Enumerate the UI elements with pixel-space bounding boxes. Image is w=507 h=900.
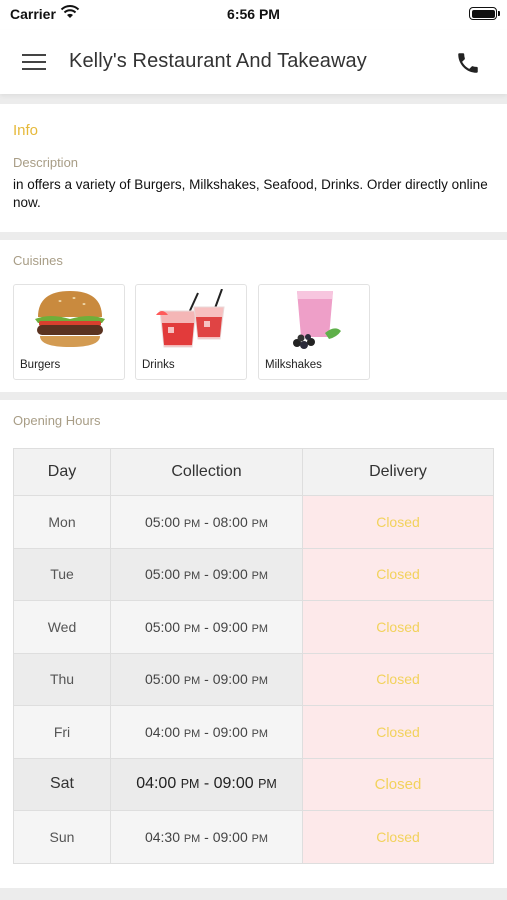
ampm-label: PM <box>180 777 200 792</box>
collection-to: 09:00 <box>212 566 248 583</box>
cuisine-label-drinks: Drinks <box>142 359 175 371</box>
phone-icon[interactable] <box>455 50 481 76</box>
ampm-label: PM <box>183 517 201 530</box>
collection-to: 08:00 <box>212 513 248 530</box>
day-cell: Fri <box>13 705 111 759</box>
collection-from: 04:00 <box>136 775 177 793</box>
collection-to: 09:00 <box>212 723 248 740</box>
column-header-delivery: Delivery <box>302 448 494 496</box>
collection-from: 05:00 <box>144 513 181 530</box>
delivery-status-cell: Closed <box>302 547 494 601</box>
collection-from: 05:00 <box>144 618 181 635</box>
ampm-label: PM <box>251 832 269 845</box>
collection-to: 09:00 <box>212 671 248 688</box>
collection-from: 04:30 <box>144 828 181 845</box>
day-cell: Sat <box>13 757 111 811</box>
status-bar: Carrier 6:56 PM <box>0 0 507 30</box>
day-cell: Mon <box>13 495 111 549</box>
ampm-label: PM <box>183 727 201 740</box>
drinks-icon <box>156 289 225 348</box>
collection-hours-cell: 04:30 PM - 09:00 PM <box>110 810 303 864</box>
range-separator: - <box>199 775 214 793</box>
collection-from: 04:00 <box>144 723 181 740</box>
day-cell: Thu <box>13 652 111 706</box>
range-separator: - <box>200 723 213 740</box>
collection-hours-cell: 05:00 PM - 09:00 PM <box>110 652 303 706</box>
cuisine-label-burgers: Burgers <box>20 359 61 371</box>
collection-to: 09:00 <box>212 828 248 845</box>
page-title: Kelly's Restaurant And Takeaway <box>69 50 367 72</box>
hamburger-menu-icon[interactable] <box>22 52 48 72</box>
delivery-status-cell: Closed <box>302 652 494 706</box>
collection-hours-cell: 05:00 PM - 08:00 PM <box>110 495 303 549</box>
battery-icon <box>469 7 500 20</box>
burger-icon <box>35 291 105 347</box>
cuisines-heading: Cuisines <box>13 253 63 268</box>
delivery-status-cell: Closed <box>302 600 494 654</box>
ampm-label: PM <box>258 777 277 792</box>
ampm-label: PM <box>183 832 201 845</box>
milkshake-icon <box>293 291 341 349</box>
table-row: Thu 05:00 PM - 09:00 PM Closed <box>13 652 494 706</box>
table-row: Wed 05:00 PM - 09:00 PM Closed <box>13 600 494 654</box>
info-section: Info Description in offers a variety of … <box>0 104 507 232</box>
range-separator: - <box>200 566 213 583</box>
table-header-row: Day Collection Delivery <box>13 448 494 496</box>
opening-hours-heading: Opening Hours <box>13 413 101 428</box>
collection-from: 05:00 <box>144 566 181 583</box>
cuisine-tile-milkshakes[interactable]: Milkshakes <box>258 284 370 380</box>
opening-hours-table: Day Collection Delivery Mon 05:00 PM - 08… <box>13 448 494 864</box>
nav-bar: Kelly's Restaurant And Takeaway <box>0 30 507 94</box>
day-cell: Sun <box>13 810 111 864</box>
ampm-label: PM <box>183 570 201 583</box>
delivery-status-cell: Closed <box>302 810 494 864</box>
range-separator: - <box>200 618 213 635</box>
collection-hours-cell: 05:00 PM - 09:00 PM <box>110 600 303 654</box>
delivery-status-cell: Closed <box>302 757 494 811</box>
cuisine-tile-burgers[interactable]: Burgers <box>13 284 125 380</box>
opening-hours-section: Opening Hours Day Collection Delivery Mo… <box>0 400 507 888</box>
ampm-label: PM <box>183 675 201 688</box>
table-row: Tue 05:00 PM - 09:00 PM Closed <box>13 547 494 601</box>
table-row: Sat 04:00 PM - 09:00 PM Closed <box>13 757 494 811</box>
table-row: Fri 04:00 PM - 09:00 PM Closed <box>13 705 494 759</box>
description-text: in offers a variety of Burgers, Milkshak… <box>13 177 488 210</box>
column-header-day: Day <box>13 448 111 496</box>
table-row: Mon 05:00 PM - 08:00 PM Closed <box>13 495 494 549</box>
day-cell: Wed <box>13 600 111 654</box>
collection-to: 09:00 <box>213 775 254 793</box>
table-row: Sun 04:30 PM - 09:00 PM Closed <box>13 810 494 864</box>
ampm-label: PM <box>251 570 269 583</box>
ampm-label: PM <box>251 622 269 635</box>
day-cell: Tue <box>13 547 111 601</box>
collection-from: 05:00 <box>144 671 181 688</box>
cuisine-label-milkshakes: Milkshakes <box>265 359 322 371</box>
ampm-label: PM <box>251 727 269 740</box>
ampm-label: PM <box>183 622 201 635</box>
ampm-label: PM <box>251 517 269 530</box>
cuisines-section: Cuisines Burgers Drinks Milkshakes <box>0 240 507 392</box>
ampm-label: PM <box>251 675 269 688</box>
collection-hours-cell: 05:00 PM - 09:00 PM <box>110 547 303 601</box>
delivery-status-cell: Closed <box>302 495 494 549</box>
description-label: Description <box>13 155 79 170</box>
collection-hours-cell: 04:00 PM - 09:00 PM <box>110 757 303 811</box>
column-header-collection: Collection <box>110 448 303 496</box>
range-separator: - <box>200 828 213 845</box>
cuisine-tile-drinks[interactable]: Drinks <box>135 284 247 380</box>
range-separator: - <box>200 513 213 530</box>
info-heading: Info <box>13 122 39 139</box>
collection-hours-cell: 04:00 PM - 09:00 PM <box>110 705 303 759</box>
range-separator: - <box>200 671 213 688</box>
collection-to: 09:00 <box>212 618 248 635</box>
clock: 6:56 PM <box>227 6 280 22</box>
delivery-status-cell: Closed <box>302 705 494 759</box>
